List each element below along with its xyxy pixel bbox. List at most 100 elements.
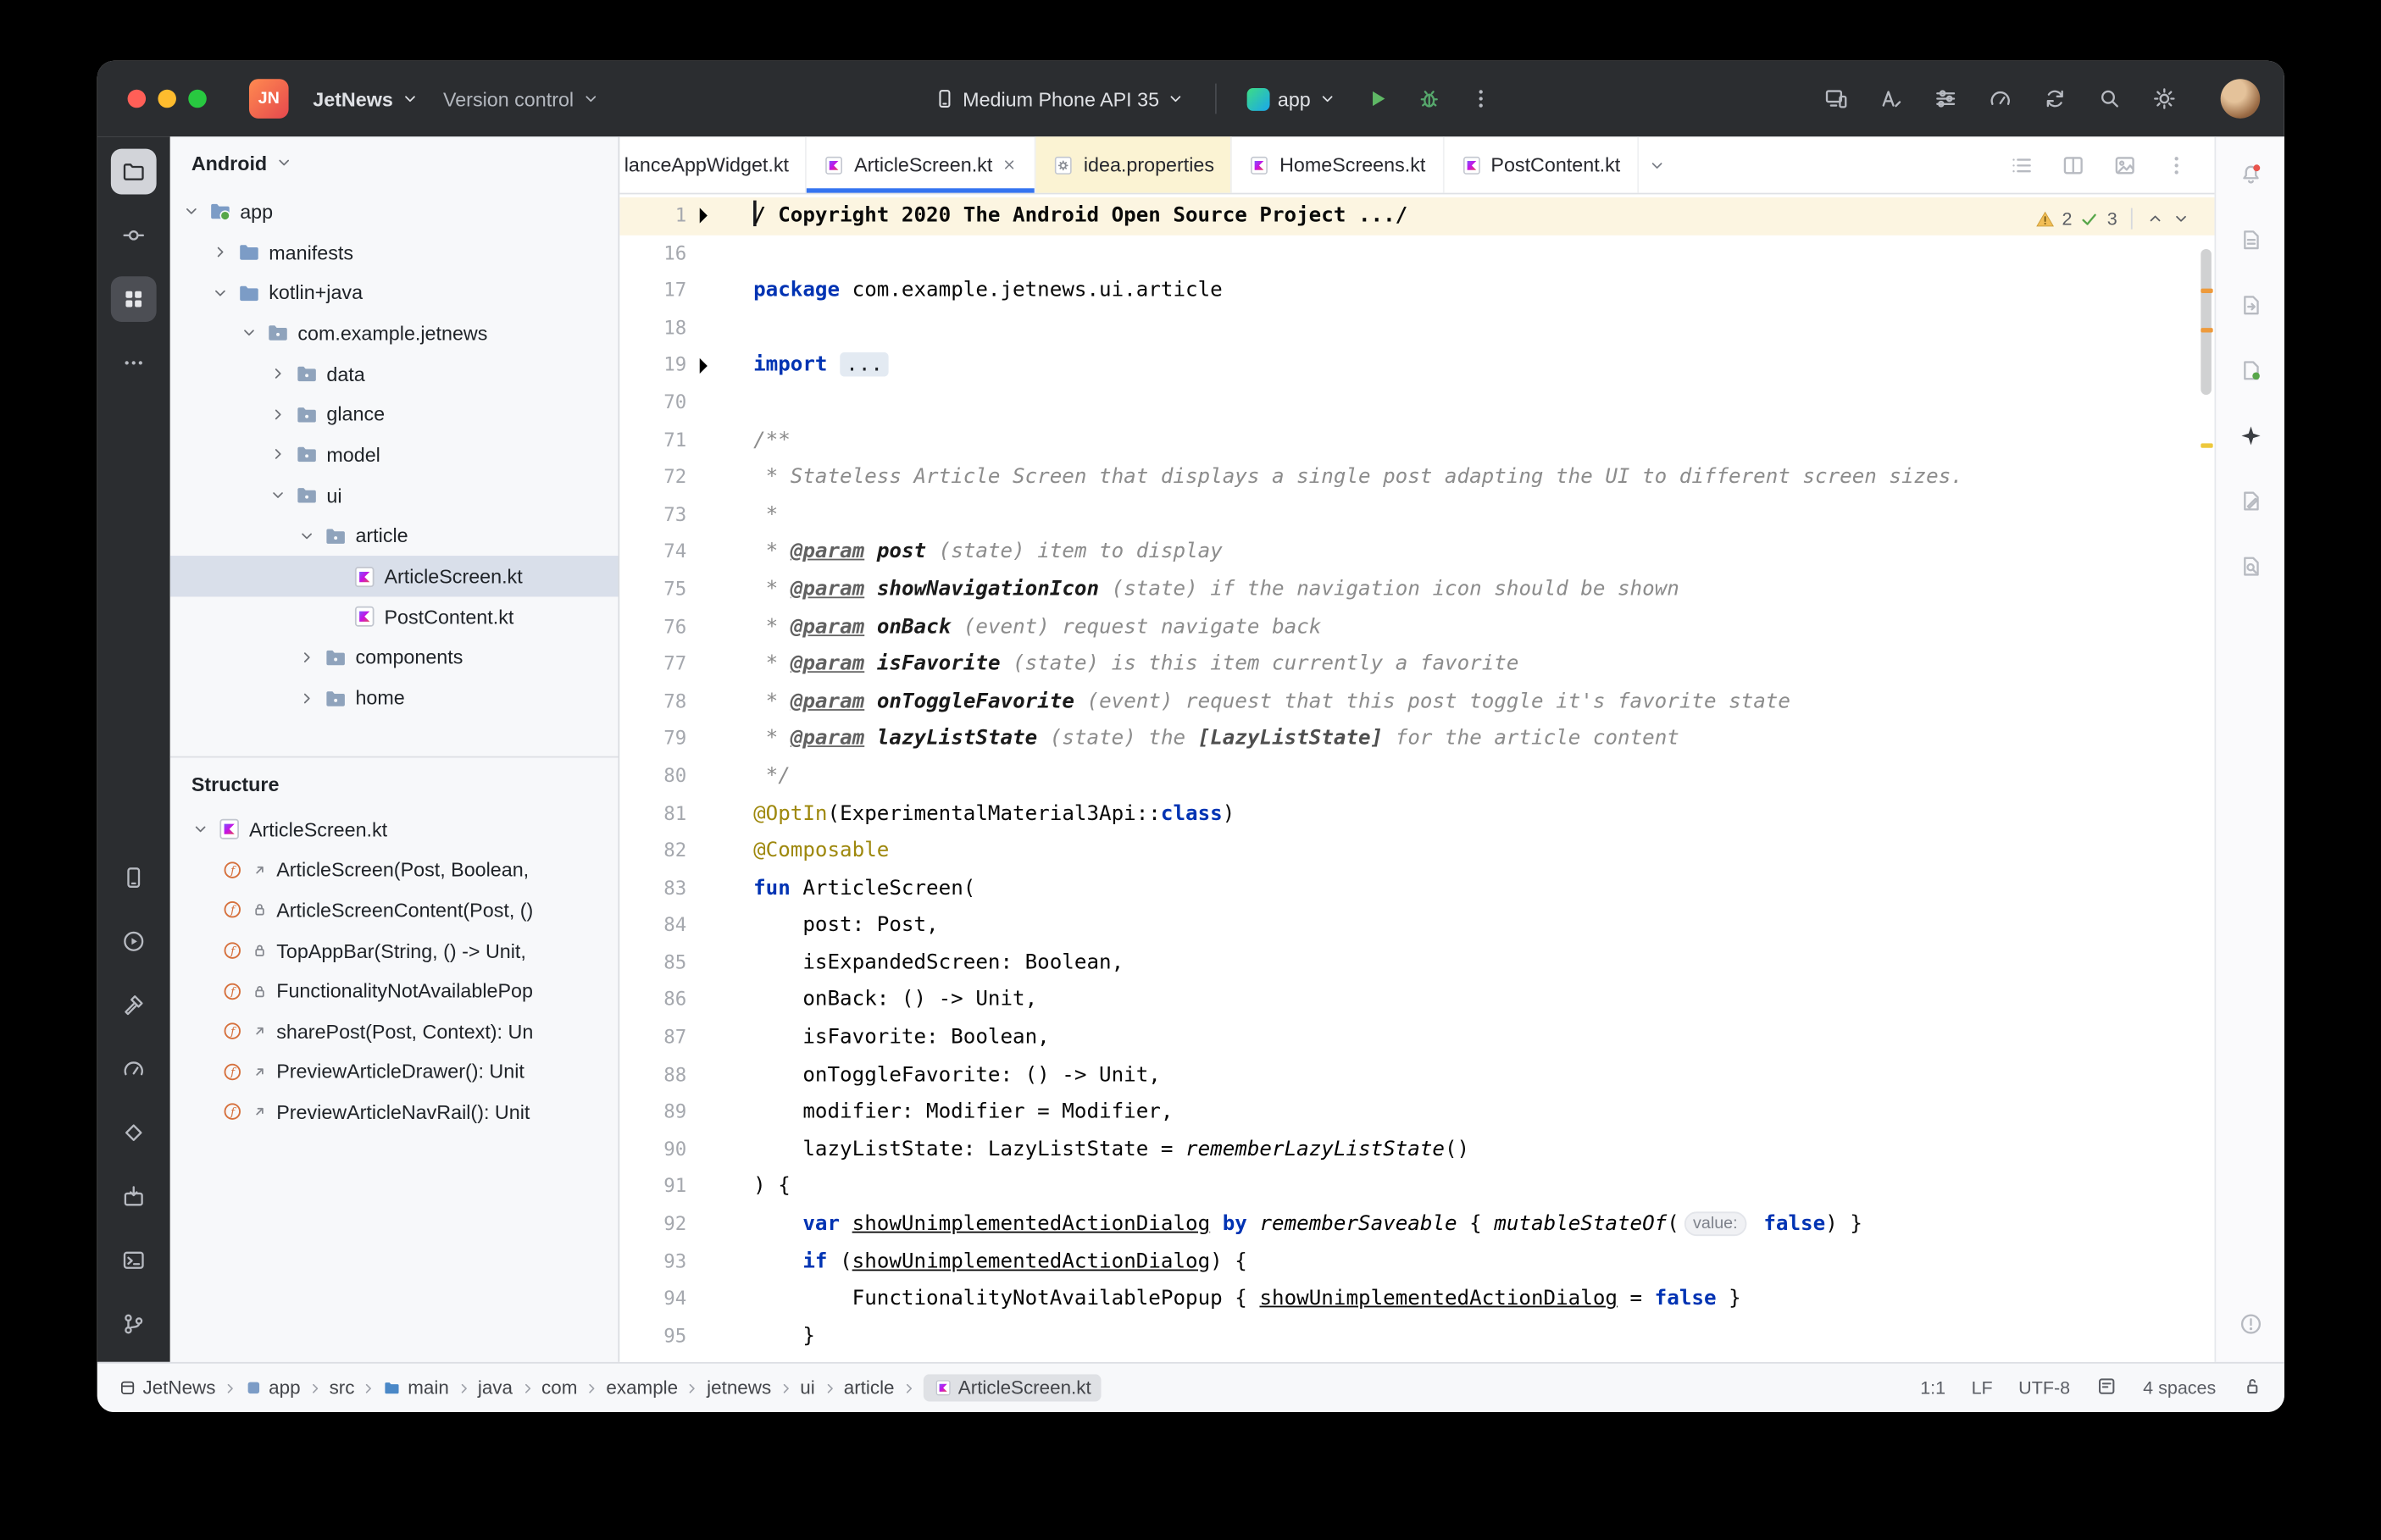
project-tree-item-app[interactable]: app [170,191,619,232]
code-line-90[interactable]: 90 lazyListState: LazyListState = rememb… [619,1131,2214,1168]
close-icon[interactable] [1002,157,1018,174]
warning-stripe-mark[interactable] [2201,328,2213,333]
project-tree-item-postcontent-kt[interactable]: PostContent.kt [170,596,619,637]
tab-articlescreen-kt[interactable]: ArticleScreen.kt [807,136,1037,193]
breadcrumb-jetnews[interactable]: jetnews [707,1377,771,1399]
status-indent-style[interactable]: 4 spaces [2143,1377,2216,1399]
code-line-75[interactable]: 75 * @param showNavigationIcon (state) i… [619,571,2214,608]
code-line-18[interactable]: 18 [619,309,2214,346]
code-line-87[interactable]: 87 isFavorite: Boolean, [619,1019,2214,1056]
chevron-down-icon[interactable] [297,527,316,546]
project-tree-item-articlescreen-kt[interactable]: ArticleScreen.kt [169,556,619,597]
code-line-78[interactable]: 78 * @param onToggleFavorite (event) req… [619,683,2214,720]
breadcrumb-jetnews[interactable]: JetNews [119,1377,215,1399]
fold-chevron-icon[interactable] [686,197,719,235]
gemini-button[interactable] [2228,413,2273,459]
display-sliders-button[interactable] [1923,76,1968,122]
profiler-button[interactable] [111,1046,157,1092]
code-line-85[interactable]: 85 isExpandedScreen: Boolean, [619,944,2214,982]
status-editor-config[interactable] [2096,1375,2117,1400]
code-line-83[interactable]: 83 fun ArticleScreen( [619,870,2214,907]
project-tree-item-components[interactable]: components [170,637,619,678]
chevron-down-icon[interactable] [240,324,258,343]
zoom-window-button[interactable] [188,89,207,108]
warning-stripe-mark[interactable] [2201,288,2213,293]
code-line-72[interactable]: 72 * Stateless Article Screen that displ… [619,459,2214,496]
project-view-header[interactable]: Android [170,136,619,188]
structure-header[interactable]: Structure [170,757,619,809]
previous-problem-icon[interactable] [2146,210,2165,229]
app-inspection-button[interactable] [111,1110,157,1155]
code-line-19[interactable]: 19 import ... [619,346,2214,384]
code-line-17[interactable]: 17 package com.example.jetnews.ui.article [619,272,2214,309]
code-line-94[interactable]: 94 FunctionalityNotAvailablePopup { show… [619,1280,2214,1317]
device-file-explorer-button[interactable] [2228,282,2273,328]
chevron-down-icon[interactable] [182,202,201,221]
code-line-70[interactable]: 70 [619,384,2214,421]
code-line-95[interactable]: 95 } [619,1318,2214,1355]
chevron-right-icon[interactable] [269,405,287,424]
project-tree-item-model[interactable]: model [170,435,619,475]
code-line-88[interactable]: 88 onToggleFavorite: () -> Unit, [619,1056,2214,1094]
code-line-82[interactable]: 82 @Composable [619,832,2214,869]
ai-assist-button[interactable] [1868,76,1914,122]
project-tree-item-com-example-jetnews[interactable]: com.example.jetnews [170,313,619,353]
code-line-76[interactable]: 76 * @param onBack (event) request navig… [619,608,2214,645]
breadcrumb-main[interactable]: main [384,1377,449,1399]
chevron-down-icon[interactable] [191,820,210,839]
structure-item-articlescreen[interactable]: f ArticleScreen(Post, Boolean, [170,850,619,890]
fold-chevron-icon[interactable] [686,346,719,384]
more-tools-button[interactable] [111,341,157,386]
code-line-81[interactable]: 81 @OptIn(ExperimentalMaterial3Api::class… [619,795,2214,832]
device-explorer-button[interactable] [111,1174,157,1220]
build-status-button[interactable] [2228,347,2273,393]
run-configuration-selector[interactable]: app [1235,76,1349,122]
code-line-89[interactable]: 89 modifier: Modifier = Modifier, [619,1094,2214,1131]
gradle-sync-button[interactable] [2032,76,2078,122]
split-editor-button[interactable] [2051,142,2096,188]
inspections-widget[interactable]: 2 3 [2034,201,2190,238]
profiler-button[interactable] [1978,76,2023,122]
warning-stripe-mark[interactable] [2201,443,2213,448]
project-menu[interactable]: JetNews [301,76,431,122]
project-tree-item-article[interactable]: article [170,516,619,557]
status-readonly-toggle[interactable] [2242,1375,2263,1400]
user-avatar[interactable] [2220,79,2261,119]
breadcrumb-java[interactable]: java [478,1377,513,1399]
code-line-16[interactable]: 16 [619,235,2214,272]
breadcrumb-com[interactable]: com [541,1377,577,1399]
status-caret-position[interactable]: 1:1 [1920,1377,1945,1399]
project-tree-item-ui[interactable]: ui [170,475,619,516]
code-line-91[interactable]: 91) { [619,1168,2214,1205]
code-line-92[interactable]: 92 var showUnimplementedActionDialog by … [619,1205,2214,1243]
app-quality-insights-button[interactable] [2228,544,2273,590]
code-line-77[interactable]: 77 * @param isFavorite (state) is this i… [619,645,2214,683]
code-line-86[interactable]: 86 onBack: () -> Unit, [619,982,2214,1019]
tab-list-dropdown[interactable] [1639,136,1675,192]
tab-idea-properties[interactable]: idea.properties [1036,136,1233,193]
project-tree-item-home[interactable]: home [170,678,619,718]
problems-button[interactable] [2228,1301,2273,1347]
device-manager-button[interactable] [111,855,157,900]
settings-button[interactable] [2141,76,2187,122]
project-tree-item-glance[interactable]: glance [170,394,619,435]
breadcrumb-app[interactable]: app [244,1377,301,1399]
project-tree-item-data[interactable]: data [170,353,619,394]
logcat-button[interactable] [2228,217,2273,263]
device-selector[interactable]: Medium Phone API 35 [922,76,1197,122]
code-line-1[interactable]: 1 / Copyright 2020 The Android Open Sourc… [619,197,2215,235]
code-line-80[interactable]: 80 */ [619,757,2214,795]
run-button[interactable] [1355,76,1401,122]
structure-root[interactable]: ArticleScreen.kt [170,809,619,850]
code-line-73[interactable]: 73 * [619,496,2214,534]
chevron-right-icon[interactable] [297,648,316,667]
next-problem-icon[interactable] [2172,210,2190,229]
notifications-button[interactable] [2228,152,2273,197]
structure-item-functionalitynotavailablepop[interactable]: f FunctionalityNotAvailablePop [170,971,619,1011]
editor-more-button[interactable] [2154,142,2200,188]
code-line-79[interactable]: 79 * @param lazyListState (state) the [L… [619,720,2214,757]
tab-homescreens-kt[interactable]: HomeScreens.kt [1233,136,1444,193]
device-mirroring-button[interactable] [1813,76,1859,122]
code-editor[interactable]: 1 / Copyright 2020 The Android Open Sourc… [619,194,2215,1362]
commit-button[interactable] [111,213,157,258]
